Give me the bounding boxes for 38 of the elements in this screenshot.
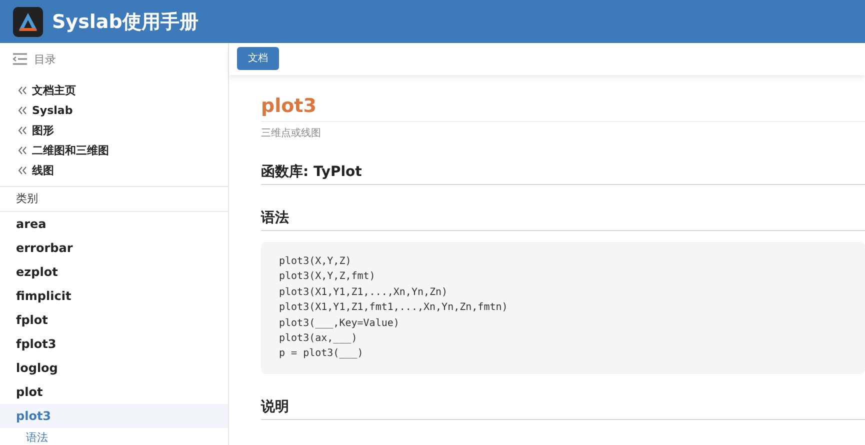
breadcrumb-link[interactable]: 线图	[32, 162, 54, 178]
toc-label: 目录	[34, 52, 56, 66]
code-line: plot3(___,Key=Value)	[279, 316, 400, 331]
sidebar-item[interactable]: fplot3	[0, 332, 228, 356]
sidebar-item[interactable]: errorbar	[0, 236, 228, 260]
sidebar-item[interactable]: loglog	[0, 356, 228, 380]
section-heading: 函数库: TyPlot	[261, 163, 865, 185]
sidebar-item[interactable]: fimplicit	[0, 284, 228, 308]
breadcrumb-link[interactable]: 图形	[32, 122, 54, 138]
code-line: plot3(X1,Y1,Z1,fmt1,...,Xn,Yn,Zn,fmtn)	[279, 301, 509, 316]
code-line: plot3(ax,___)	[279, 332, 358, 346]
breadcrumb-link[interactable]: 二维图和三维图	[32, 142, 109, 158]
sidebar-item[interactable]: ezplot	[0, 260, 228, 284]
double-chevron-icon	[18, 126, 27, 134]
breadcrumb-link[interactable]: Syslab	[32, 104, 73, 116]
double-chevron-icon	[18, 146, 27, 154]
menu-icon[interactable]	[13, 53, 27, 65]
app-title: Syslab使用手册	[52, 10, 198, 34]
docs-button[interactable]: 文档	[237, 46, 279, 70]
double-chevron-icon	[18, 106, 27, 114]
page-subtitle: 三维点或线图	[261, 126, 322, 140]
section-heading: 语法	[261, 209, 865, 231]
code-line: plot3(X1,Y1,Z1,...,Xn,Yn,Zn)	[279, 286, 449, 300]
code-line: plot3(X,Y,Z)	[279, 255, 352, 269]
double-chevron-icon	[18, 166, 27, 174]
sidebar-item[interactable]: area	[0, 212, 228, 236]
sidebar-subitem[interactable]: 语法	[0, 428, 228, 445]
page-title: plot3	[261, 95, 865, 122]
code-line: plot3(X,Y,Z,fmt)	[279, 270, 376, 284]
logo-icon	[13, 6, 43, 36]
code-line: p = plot3(___)	[279, 347, 364, 362]
sidebar-item[interactable]: plot3	[0, 404, 228, 428]
sidebar-item[interactable]: plot	[0, 380, 228, 404]
section-heading: 说明	[261, 398, 865, 420]
category-label: 类别	[0, 186, 228, 212]
breadcrumb-link[interactable]: 文档主页	[32, 82, 76, 98]
sidebar-item[interactable]: fplot	[0, 308, 228, 332]
double-chevron-icon	[18, 86, 27, 94]
